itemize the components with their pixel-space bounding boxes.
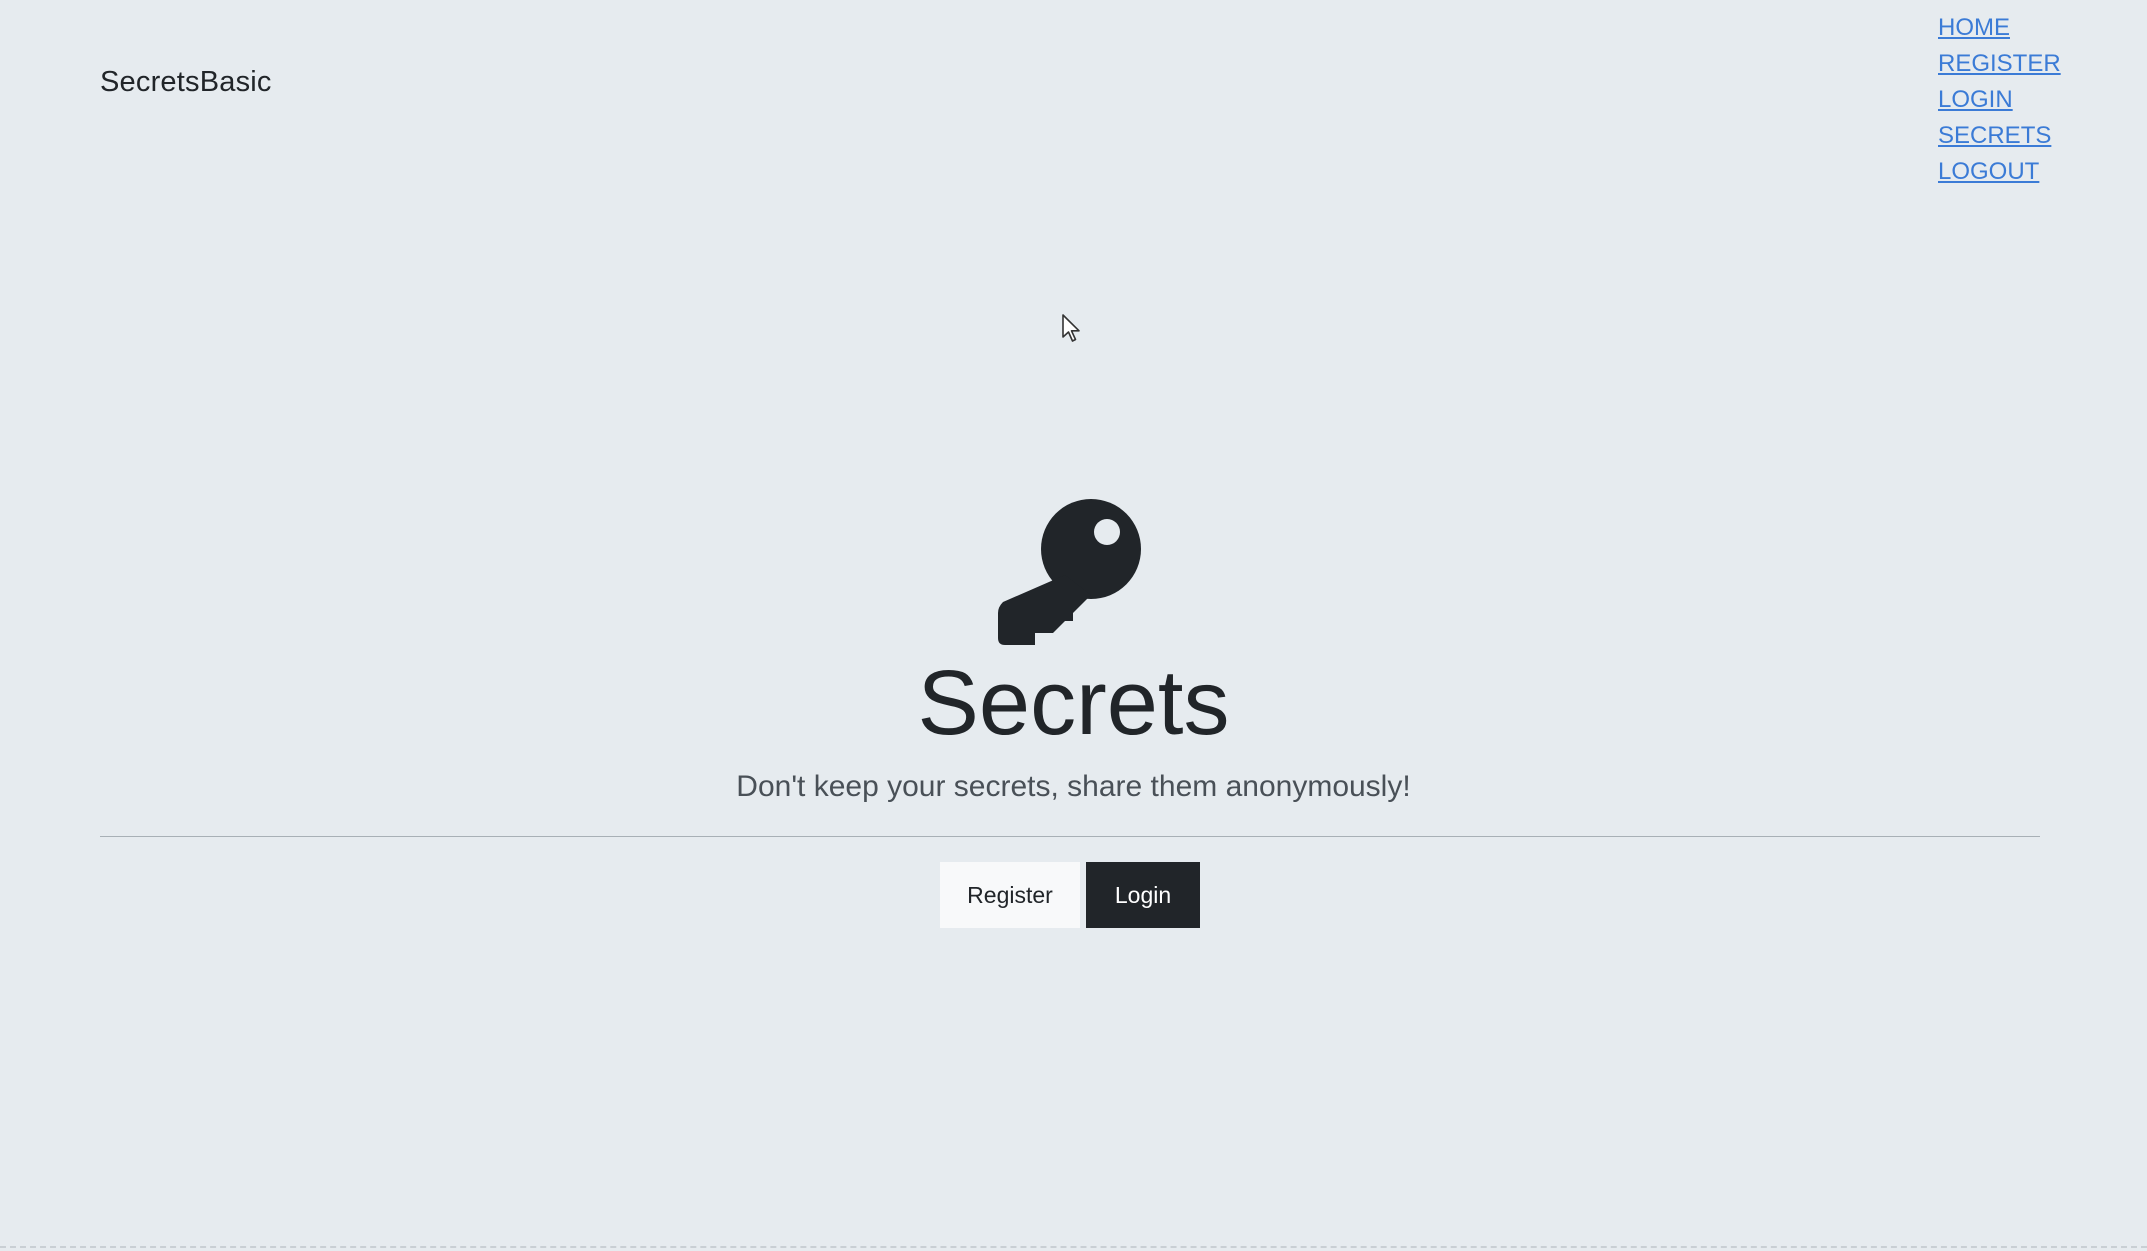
nav-link-login[interactable]: LOGIN — [1938, 82, 2061, 118]
nav-link-logout[interactable]: LOGOUT — [1938, 154, 2061, 190]
hero-actions: Register Login — [940, 862, 1200, 928]
divider — [100, 836, 2040, 837]
register-button[interactable]: Register — [940, 862, 1080, 928]
page-bottom-border — [0, 1246, 2147, 1248]
login-button[interactable]: Login — [1086, 862, 1200, 928]
brand-logo-text[interactable]: SecretsBasic — [100, 66, 272, 99]
hero-subtitle: Don't keep your secrets, share them anon… — [736, 770, 1411, 803]
hero-title: Secrets — [917, 652, 1230, 754]
page: SecretsBasic HOME REGISTER LOGIN SECRETS… — [0, 0, 2147, 1251]
top-nav: HOME REGISTER LOGIN SECRETS LOGOUT — [1938, 10, 2061, 190]
key-icon — [998, 499, 1141, 645]
nav-link-home[interactable]: HOME — [1938, 10, 2061, 46]
nav-link-register[interactable]: REGISTER — [1938, 46, 2061, 82]
nav-link-secrets[interactable]: SECRETS — [1938, 118, 2061, 154]
mouse-cursor-icon — [1062, 314, 1080, 342]
